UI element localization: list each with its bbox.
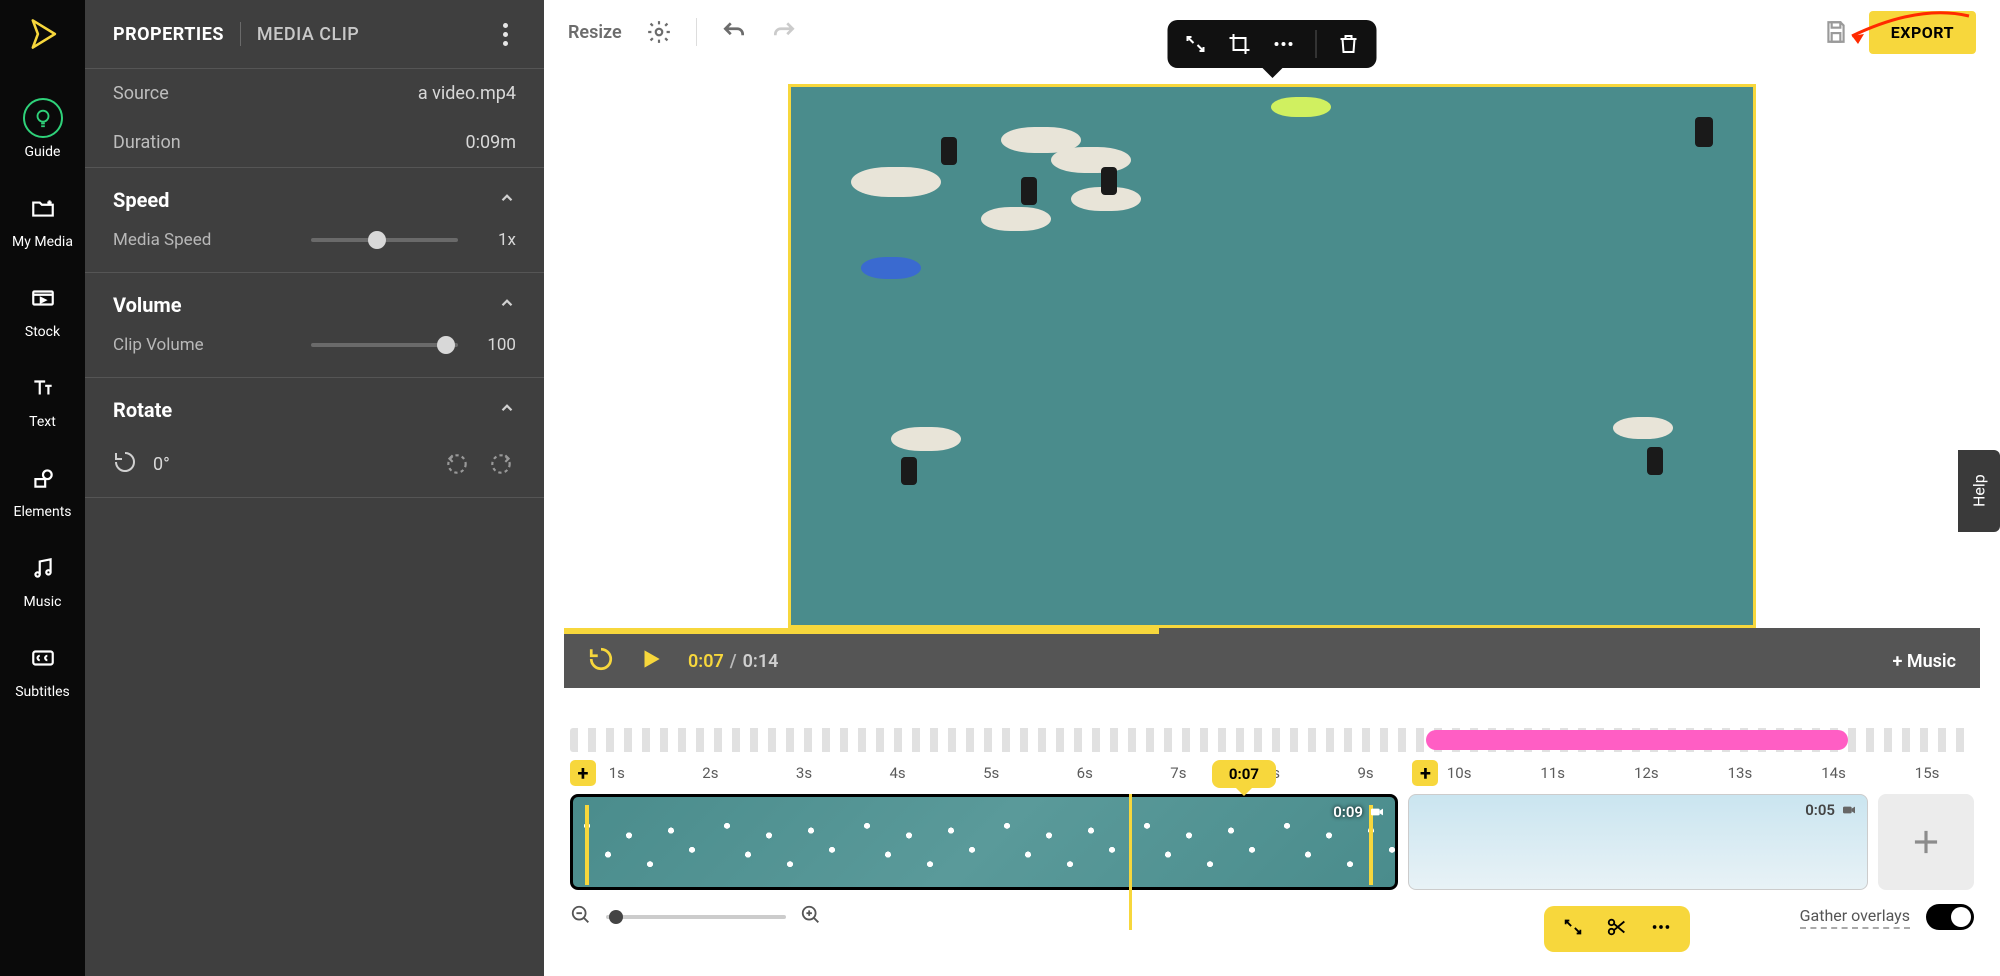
ruler-tick: 15s [1880,764,1974,788]
volume-label: Clip Volume [113,335,293,355]
sidebar-item-mymedia[interactable]: My Media [0,174,85,264]
add-music-button[interactable]: + Music [1893,651,1956,672]
properties-panel: PROPERTIES MEDIA CLIP Source a video.mp4… [85,0,544,976]
ruler-tick: 9s [1319,764,1413,788]
volume-slider[interactable] [311,343,458,347]
total-time: 0:14 [743,651,779,672]
export-button[interactable]: EXPORT [1869,11,1976,54]
restart-button[interactable] [588,646,614,676]
ruler-tick: 12s [1600,764,1694,788]
ruler-tick: 5s [944,764,1038,788]
ruler-tick: 4s [851,764,945,788]
ruler-tick: 3s [757,764,851,788]
rotate-right-button[interactable] [488,451,516,479]
more-icon[interactable] [1650,916,1672,942]
ruler-tick: 14s [1787,764,1881,788]
trim-handle-left[interactable] [583,805,601,885]
sidebar-item-guide[interactable]: Guide [0,84,85,174]
ruler-tick: 2s [664,764,758,788]
folder-plus-icon [23,188,63,228]
chevron-up-icon[interactable] [498,294,516,316]
clip-1-duration: 0:09 [1333,803,1363,821]
sidebar-item-stock[interactable]: Stock [0,264,85,354]
source-label: Source [113,83,169,104]
ruler-tick: 6s [1038,764,1132,788]
add-before-button[interactable]: + [570,760,596,786]
text-icon [23,368,63,408]
clip-2-duration: 0:05 [1805,801,1835,819]
add-after-button[interactable]: + [1412,760,1438,786]
split-toolbar [1544,906,1690,952]
rotate-reset-icon[interactable] [113,450,137,479]
zoom-out-button[interactable] [570,904,592,930]
play-button[interactable] [638,646,664,676]
time-ruler[interactable]: + 0:07 + 1s2s3s4s5s6s7s8s9s10s11s12s13s1… [570,764,1974,788]
ruler-tick: 11s [1506,764,1600,788]
speed-slider[interactable] [311,238,458,242]
delete-clip-icon[interactable] [1337,32,1361,56]
shapes-icon [23,458,63,498]
music-icon [23,548,63,588]
redo-button[interactable] [771,19,797,45]
video-preview[interactable] [788,84,1756,628]
clip-context-toolbar [1168,20,1377,68]
timeline-cursor [1129,794,1132,930]
crop-icon[interactable] [1228,32,1252,56]
undo-button[interactable] [721,19,747,45]
replace-clip-icon[interactable] [1184,32,1208,56]
gather-overlays-label: Gather overlays [1800,906,1910,929]
more-options-icon[interactable] [1272,32,1296,56]
panel-more-button[interactable] [494,23,516,46]
lightbulb-icon [23,98,63,138]
video-icon [1841,802,1857,818]
video-icon [1369,804,1385,820]
volume-section-title: Volume [113,293,182,317]
speed-label: Media Speed [113,230,293,250]
left-sidebar: Guide My Media Stock Text Elements Music… [0,0,85,976]
zoom-in-button[interactable] [800,904,822,930]
panel-title: PROPERTIES [113,24,224,45]
playbar: 0:07/0:14 + Music [564,634,1980,688]
volume-value: 100 [476,335,516,355]
current-time: 0:07 [688,651,724,672]
chevron-up-icon[interactable] [498,189,516,211]
gather-overlays-toggle[interactable] [1926,904,1974,930]
swap-clip-icon[interactable] [1562,916,1584,942]
app-logo[interactable] [23,14,63,54]
chevron-up-icon[interactable] [498,399,516,421]
help-button[interactable]: Help [1958,450,2000,532]
timeline-overview[interactable] [570,728,1974,752]
clip-1[interactable]: 0:09 [570,794,1398,890]
source-value: a video.mp4 [418,83,516,104]
rotate-left-button[interactable] [444,451,472,479]
duration-value: 0:09m [466,132,517,153]
zoom-slider[interactable] [606,915,786,919]
sidebar-item-music[interactable]: Music [0,534,85,624]
timeline-footer: Gather overlays [544,890,2000,944]
resize-button[interactable]: Resize [568,22,622,43]
add-clip-button[interactable] [1878,794,1974,890]
settings-icon[interactable] [646,19,672,45]
cc-icon [23,638,63,678]
save-icon[interactable] [1823,19,1849,45]
film-icon [23,278,63,318]
playhead[interactable]: 0:07 [1212,760,1276,788]
duration-label: Duration [113,132,181,153]
speed-section-title: Speed [113,188,169,212]
overview-segment [1426,730,1847,750]
rotate-section-title: Rotate [113,398,172,422]
sidebar-item-subtitles[interactable]: Subtitles [0,624,85,714]
sidebar-item-elements[interactable]: Elements [0,444,85,534]
panel-subtitle: MEDIA CLIP [257,24,359,45]
canvas-area: Resize Kayxxxxxxxxxxxomo EXPORT [544,0,2000,976]
ruler-tick: 13s [1693,764,1787,788]
clip-2[interactable]: 0:05 [1408,794,1868,890]
speed-value: 1x [476,230,516,250]
rotate-value: 0° [153,454,170,475]
sidebar-item-text[interactable]: Text [0,354,85,444]
split-icon[interactable] [1606,916,1628,942]
